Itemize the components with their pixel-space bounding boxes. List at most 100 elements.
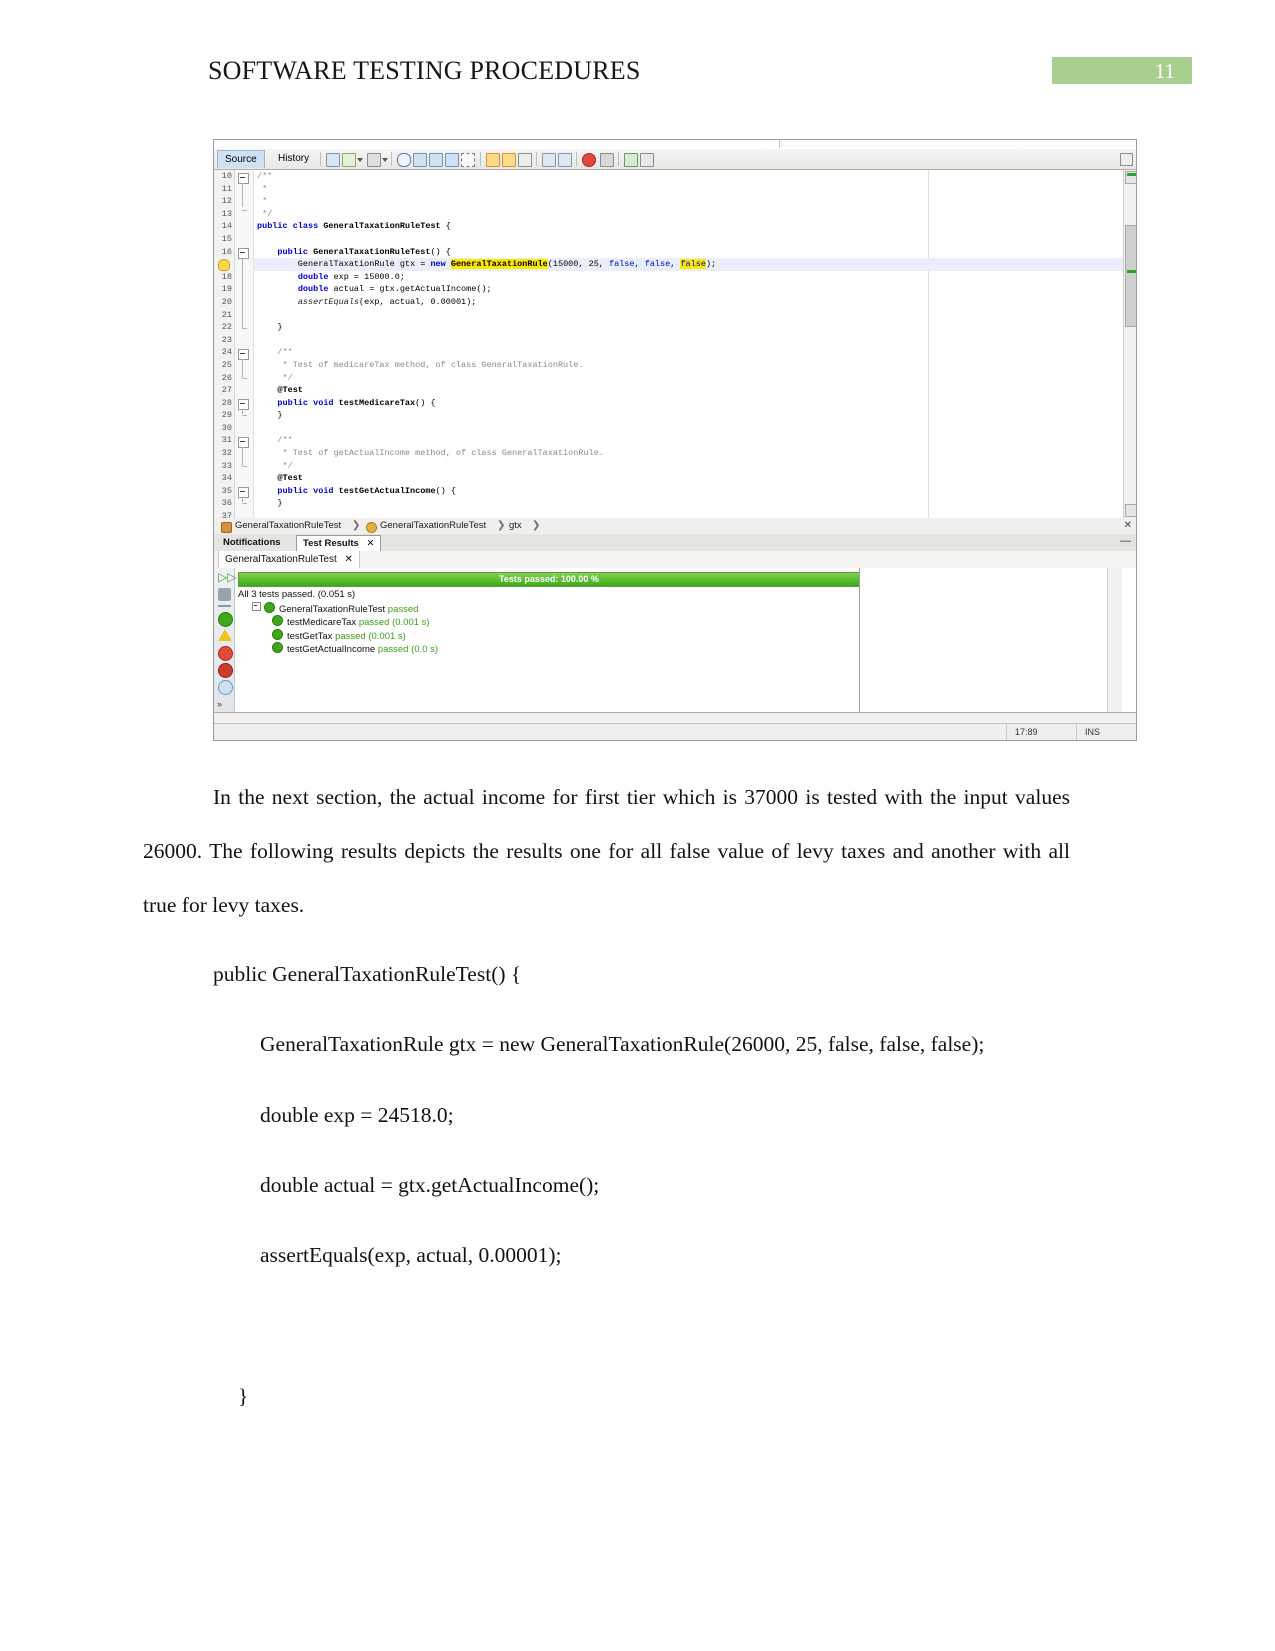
line-number: 10 [221, 171, 232, 181]
chevron-down-icon-2[interactable] [382, 158, 388, 162]
line-number: 13 [221, 208, 232, 219]
close-icon-test-results[interactable]: ✕ [366, 538, 374, 549]
line-number: 20 [221, 296, 232, 307]
align-icon[interactable] [640, 153, 654, 167]
chevron-down-icon[interactable] [357, 158, 363, 162]
line-number: 22 [221, 322, 232, 333]
code-block-line-6: } [238, 1384, 249, 1408]
line-number: 29 [221, 410, 232, 421]
show-warnings-icon[interactable] [218, 629, 232, 641]
format-icon[interactable] [518, 153, 532, 167]
uncomment-icon[interactable] [558, 153, 572, 167]
show-passed-icon[interactable] [218, 612, 233, 627]
code-text-highlighted: GeneralTaxationRule gtx = new GeneralTax… [257, 259, 717, 270]
class-icon [221, 522, 232, 533]
shift-left-icon[interactable] [486, 153, 500, 167]
tab-notifications[interactable]: Notifications [217, 535, 287, 551]
minimize-icon[interactable]: — [1120, 535, 1131, 547]
code-text: * [257, 196, 268, 207]
tab-source[interactable]: Source [217, 150, 265, 168]
tree-item-status: passed [335, 630, 366, 642]
line-number: 28 [221, 397, 232, 408]
code-text: @Test [257, 473, 303, 484]
filter-divider-icon [218, 605, 231, 607]
tree-item-suite[interactable]: GeneralTaxationRuleTest passed [238, 601, 858, 616]
output-vertical-scrollbar[interactable] [1107, 568, 1122, 712]
code-editor[interactable]: 10 /** 11 * 12 * 13 */ 14 public class Gen… [214, 170, 1136, 519]
tree-item-label: testMedicareTax [287, 617, 357, 628]
select-rect-icon[interactable] [461, 153, 475, 167]
tree-item-label: testGetActualIncome [287, 644, 376, 655]
test-progress-bar: Tests passed: 100.00 % [238, 572, 860, 587]
rerun-icon[interactable]: ▷▷ [218, 571, 236, 584]
code-text: * Test of medicareTax method, of class G… [257, 359, 584, 370]
tree-collapse-toggle[interactable] [252, 601, 261, 611]
breadcrumb-separator-3: ❯ [532, 520, 541, 531]
show-errors-icon[interactable] [218, 646, 233, 661]
line-number: 19 [221, 284, 232, 295]
line-number: 11 [221, 183, 232, 194]
code-text: } [257, 410, 283, 421]
test-summary: All 3 tests passed. (0.051 s) [238, 589, 356, 600]
code-text: } [257, 498, 283, 509]
line-number: 30 [221, 422, 232, 433]
comment-icon[interactable] [542, 153, 556, 167]
rerun-failed-icon[interactable] [218, 588, 231, 601]
bottom-window-tabs[interactable]: Notifications Test Results ✕ — [214, 534, 1136, 552]
tree-item-test[interactable]: testMedicareTax passed (0.001 s) [238, 615, 858, 629]
inspect-icon[interactable] [624, 153, 638, 167]
subtab-generaltaxationruletest[interactable]: GeneralTaxationRuleTest ✕ [218, 551, 360, 568]
find-icon[interactable] [397, 153, 411, 167]
prev-bookmark-icon[interactable] [413, 153, 427, 167]
tab-test-results[interactable]: Test Results ✕ [296, 535, 382, 551]
tree-item-test[interactable]: testGetActualIncome passed (0.0 s) [238, 642, 858, 656]
tree-item-test[interactable]: testGetTax passed (0.001 s) [238, 628, 858, 643]
tree-item-status: passed [387, 603, 419, 615]
toolbar-expand-icon[interactable] [1120, 153, 1133, 166]
breadcrumb-item-variable[interactable]: gtx [509, 518, 522, 534]
breadcrumb[interactable]: GeneralTaxationRuleTest ❯ GeneralTaxatio… [214, 518, 1136, 535]
test-progress-label: Tests passed: 100.00 % [499, 574, 599, 584]
code-text: double actual = gtx.getActualIncome(); [297, 284, 492, 295]
toggle-bookmark-icon[interactable] [445, 153, 459, 167]
editor-toolbar[interactable]: Source History [214, 149, 1136, 170]
next-failure-icon[interactable] [218, 680, 233, 695]
line-number: 26 [221, 372, 232, 383]
passed-icon [272, 615, 283, 626]
expand-toolbar-icon[interactable]: » [217, 699, 222, 709]
tree-item-label: GeneralTaxationRuleTest [279, 603, 386, 615]
passed-icon [264, 601, 275, 613]
new-file-icon[interactable] [326, 153, 340, 167]
toggle-breakpoint-icon[interactable] [582, 153, 596, 167]
line-number: 33 [221, 460, 232, 471]
test-results-sidebar[interactable]: ▷▷ » [214, 568, 236, 712]
annotation-strip[interactable] [1124, 170, 1136, 518]
compile-icon[interactable] [367, 153, 381, 167]
next-bookmark-icon[interactable] [429, 153, 443, 167]
test-results-tree[interactable]: All 3 tests passed. (0.051 s) GeneralTax… [238, 588, 858, 656]
code-text: * [257, 183, 268, 194]
code-text: */ [257, 460, 293, 471]
breadcrumb-item-class[interactable]: GeneralTaxationRuleTest [235, 518, 341, 534]
breadcrumb-item-constructor[interactable]: GeneralTaxationRuleTest [380, 518, 486, 534]
caret-position: 17:89 [1006, 724, 1076, 740]
close-icon-subtab[interactable]: ✕ [345, 554, 353, 565]
constructor-icon [366, 522, 377, 533]
code-text: public class GeneralTaxationRuleTest { [257, 221, 451, 232]
status-marker-ok [1127, 173, 1136, 176]
close-icon[interactable]: ✕ [1124, 518, 1132, 534]
paragraph-text: In the next section, the actual income f… [143, 785, 1070, 917]
shift-right-icon[interactable] [502, 153, 516, 167]
tree-item-time: (0.001 s) [392, 617, 430, 628]
code-block-line-3: double exp = 24518.0; [260, 1103, 454, 1127]
page-number-badge: 11 [1052, 57, 1192, 84]
tab-test-results-label: Test Results [303, 538, 359, 549]
line-number: 14 [221, 221, 232, 232]
test-results-subtabs[interactable]: GeneralTaxationRuleTest ✕ [214, 551, 1136, 569]
stop-icon[interactable] [600, 153, 614, 167]
line-number: 18 [221, 271, 232, 282]
refresh-icon[interactable] [342, 153, 356, 167]
tab-history[interactable]: History [271, 150, 316, 168]
tree-item-time: (0.001 s) [368, 630, 406, 642]
show-failures-icon[interactable] [218, 663, 233, 678]
